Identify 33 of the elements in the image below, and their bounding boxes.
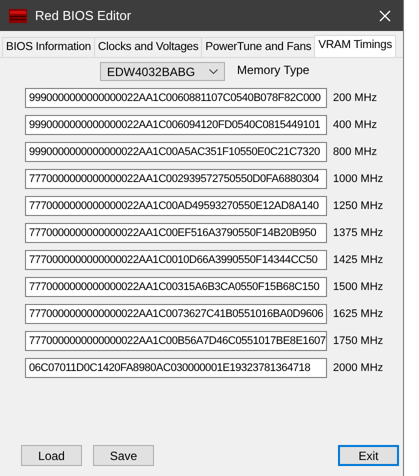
frequency-label: 1000 MHz xyxy=(333,173,384,185)
timing-field[interactable]: 9990000000000000022AA1C0060881107C0540B078F82C000 xyxy=(25,88,327,108)
timing-field[interactable]: 9990000000000000022AA1C006094120FD0540C0815449101 xyxy=(25,115,327,135)
frequency-label: 1375 MHz xyxy=(333,227,384,239)
timing-field[interactable]: 7770000000000000022AA1C002939572750550D0FA6880304 xyxy=(25,169,327,189)
frequency-label: 2000 MHz xyxy=(333,362,384,374)
timing-field[interactable]: 7770000000000000022AA1C00315A6B3CA0550F15B68C150 xyxy=(25,277,327,297)
frequency-label: 1625 MHz xyxy=(333,308,384,320)
memory-type-label: Memory Type xyxy=(237,62,310,76)
frequency-label: 1425 MHz xyxy=(333,254,384,266)
window-title: Red BIOS Editor xyxy=(35,8,132,23)
frequency-label: 1750 MHz xyxy=(333,335,384,347)
memory-type-dropdown[interactable]: EDW4032BABG xyxy=(100,62,225,81)
dialog-button[interactable]: Load xyxy=(21,445,82,466)
frequency-label: 200 MHz xyxy=(333,92,378,104)
dialog-button[interactable]: Save xyxy=(93,445,154,466)
timing-field[interactable]: 7770000000000000022AA1C0010D66A3990550F14344CC50 xyxy=(25,250,327,270)
frequency-label: 1250 MHz xyxy=(333,200,384,212)
close-icon[interactable] xyxy=(379,10,391,22)
timing-field[interactable]: 9990000000000000022AA1C00A5AC351F10550E0C21C7320 xyxy=(25,142,327,162)
tab[interactable]: VRAM Timings xyxy=(314,35,396,57)
timing-field[interactable]: 7770000000000000022AA1C00EF516A3790550F14B20B950 xyxy=(25,223,327,243)
frequency-label: 400 MHz xyxy=(333,119,378,131)
timing-field[interactable]: 06C07011D0C1420FA8980AC030000001E19323781364718 xyxy=(25,358,327,378)
timing-field[interactable]: 7770000000000000022AA1C0073627C41B0551016BA0D9606 xyxy=(25,304,327,324)
app-icon xyxy=(9,8,27,22)
frequency-label: 1500 MHz xyxy=(333,281,384,293)
dialog-button[interactable]: Exit xyxy=(338,445,399,466)
tab[interactable]: BIOS Information xyxy=(2,37,96,57)
frequency-label: 800 MHz xyxy=(333,146,378,158)
timing-field[interactable]: 7770000000000000022AA1C00AD49593270550E12AD8A140 xyxy=(25,196,327,216)
timing-field[interactable]: 7770000000000000022AA1C00B56A7D46C0551017BE8E1607 xyxy=(25,331,327,351)
chevron-down-icon xyxy=(209,69,218,74)
